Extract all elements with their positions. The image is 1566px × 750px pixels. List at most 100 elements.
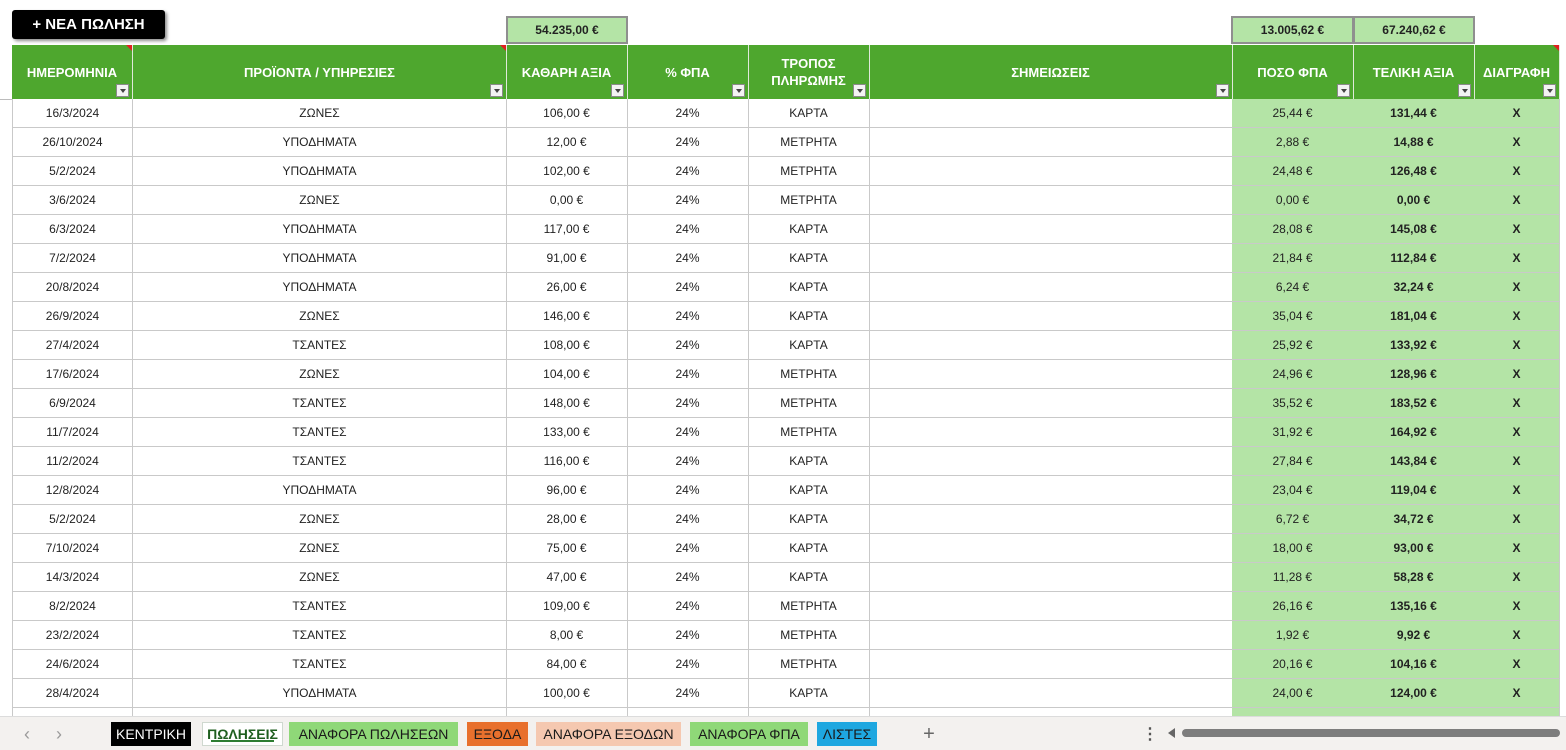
- delete-row-button[interactable]: X: [1474, 273, 1560, 302]
- cell-net-value[interactable]: 116,00 €: [506, 447, 628, 476]
- cell-net-value[interactable]: 133,00 €: [506, 418, 628, 447]
- cell-net-value[interactable]: [506, 708, 628, 716]
- cell-final-value[interactable]: 183,52 €: [1353, 389, 1475, 418]
- cell-notes[interactable]: [869, 563, 1233, 592]
- cell-vat-amount[interactable]: 25,92 €: [1232, 331, 1354, 360]
- cell-product[interactable]: ΤΣΑΝΤΕΣ: [133, 650, 507, 679]
- cell-vat-percent[interactable]: 24%: [627, 273, 749, 302]
- cell-product[interactable]: ΖΩΝΕΣ: [133, 563, 507, 592]
- cell-vat-percent[interactable]: 24%: [627, 447, 749, 476]
- delete-row-button[interactable]: X: [1474, 592, 1560, 621]
- cell-notes[interactable]: [869, 273, 1233, 302]
- cell-final-value[interactable]: 34,72 €: [1353, 505, 1475, 534]
- delete-row-button[interactable]: X: [1474, 476, 1560, 505]
- cell-date[interactable]: 20/8/2024: [12, 273, 133, 302]
- cell-vat-amount[interactable]: 27,84 €: [1232, 447, 1354, 476]
- cell-product[interactable]: ΥΠΟΔΗΜΑΤΑ: [133, 157, 507, 186]
- sheet-tab[interactable]: ΕΞΟΔΑ: [467, 722, 528, 746]
- cell-notes[interactable]: [869, 447, 1233, 476]
- cell-net-value[interactable]: 117,00 €: [506, 215, 628, 244]
- cell-payment-method[interactable]: [748, 708, 870, 716]
- cell-final-value[interactable]: 181,04 €: [1353, 302, 1475, 331]
- cell-notes[interactable]: [869, 534, 1233, 563]
- cell-net-value[interactable]: 47,00 €: [506, 563, 628, 592]
- cell-final-value[interactable]: 9,92 €: [1353, 621, 1475, 650]
- cell-date[interactable]: 5/2/2024: [12, 157, 133, 186]
- cell-final-value[interactable]: [1353, 708, 1475, 716]
- cell-notes[interactable]: [869, 679, 1233, 708]
- cell-net-value[interactable]: 100,00 €: [506, 679, 628, 708]
- cell-vat-percent[interactable]: 24%: [627, 302, 749, 331]
- cell-product[interactable]: ΖΩΝΕΣ: [133, 99, 507, 128]
- cell-net-value[interactable]: 12,00 €: [506, 128, 628, 157]
- cell-vat-percent[interactable]: 24%: [627, 592, 749, 621]
- delete-row-button[interactable]: X: [1474, 302, 1560, 331]
- horizontal-scrollbar[interactable]: [1182, 729, 1560, 737]
- cell-vat-percent[interactable]: 24%: [627, 679, 749, 708]
- cell-notes[interactable]: [869, 302, 1233, 331]
- delete-row-button[interactable]: X: [1474, 215, 1560, 244]
- cell-vat-percent[interactable]: 24%: [627, 389, 749, 418]
- cell-date[interactable]: 3/6/2024: [12, 186, 133, 215]
- cell-product[interactable]: ΖΩΝΕΣ: [133, 302, 507, 331]
- cell-vat-percent[interactable]: 24%: [627, 128, 749, 157]
- cell-product[interactable]: ΤΣΑΝΤΕΣ: [133, 621, 507, 650]
- cell-payment-method[interactable]: ΚΑΡΤΑ: [748, 476, 870, 505]
- cell-final-value[interactable]: 124,00 €: [1353, 679, 1475, 708]
- cell-vat-percent[interactable]: 24%: [627, 244, 749, 273]
- dropdown-filter-icon[interactable]: [490, 84, 503, 97]
- cell-net-value[interactable]: 148,00 €: [506, 389, 628, 418]
- cell-final-value[interactable]: 135,16 €: [1353, 592, 1475, 621]
- cell-net-value[interactable]: 8,00 €: [506, 621, 628, 650]
- cell-vat-percent[interactable]: 24%: [627, 563, 749, 592]
- cell-product[interactable]: ΤΣΑΝΤΕΣ: [133, 389, 507, 418]
- sheet-tab[interactable]: ΛΙΣΤΕΣ: [817, 722, 877, 746]
- cell-product[interactable]: ΥΠΟΔΗΜΑΤΑ: [133, 215, 507, 244]
- cell-vat-amount[interactable]: 6,24 €: [1232, 273, 1354, 302]
- cell-net-value[interactable]: 146,00 €: [506, 302, 628, 331]
- cell-payment-method[interactable]: ΚΑΡΤΑ: [748, 331, 870, 360]
- cell-payment-method[interactable]: ΚΑΡΤΑ: [748, 447, 870, 476]
- cell-vat-percent[interactable]: 24%: [627, 621, 749, 650]
- cell-net-value[interactable]: 84,00 €: [506, 650, 628, 679]
- dropdown-filter-icon[interactable]: [1458, 84, 1471, 97]
- cell-payment-method[interactable]: ΜΕΤΡΗΤΑ: [748, 157, 870, 186]
- delete-row-button[interactable]: X: [1474, 389, 1560, 418]
- cell-final-value[interactable]: 143,84 €: [1353, 447, 1475, 476]
- cell-vat-amount[interactable]: [1232, 708, 1354, 716]
- dropdown-filter-icon[interactable]: [732, 84, 745, 97]
- dropdown-filter-icon[interactable]: [1543, 84, 1556, 97]
- cell-date[interactable]: 28/4/2024: [12, 679, 133, 708]
- cell-payment-method[interactable]: ΚΑΡΤΑ: [748, 273, 870, 302]
- cell-product[interactable]: ΥΠΟΔΗΜΑΤΑ: [133, 476, 507, 505]
- cell-vat-amount[interactable]: 20,16 €: [1232, 650, 1354, 679]
- cell-payment-method[interactable]: ΜΕΤΡΗΤΑ: [748, 128, 870, 157]
- cell-vat-percent[interactable]: [627, 708, 749, 716]
- cell-net-value[interactable]: 26,00 €: [506, 273, 628, 302]
- cell-final-value[interactable]: 0,00 €: [1353, 186, 1475, 215]
- cell-notes[interactable]: [869, 99, 1233, 128]
- cell-final-value[interactable]: 133,92 €: [1353, 331, 1475, 360]
- delete-row-button[interactable]: X: [1474, 99, 1560, 128]
- cell-vat-amount[interactable]: 35,52 €: [1232, 389, 1354, 418]
- delete-row-button[interactable]: X: [1474, 360, 1560, 389]
- cell-notes[interactable]: [869, 476, 1233, 505]
- cell-date[interactable]: 8/2/2024: [12, 592, 133, 621]
- cell-final-value[interactable]: 93,00 €: [1353, 534, 1475, 563]
- delete-row-button[interactable]: X: [1474, 534, 1560, 563]
- cell-notes[interactable]: [869, 621, 1233, 650]
- cell-vat-amount[interactable]: 0,00 €: [1232, 186, 1354, 215]
- delete-row-button[interactable]: X: [1474, 650, 1560, 679]
- cell-final-value[interactable]: 119,04 €: [1353, 476, 1475, 505]
- cell-date[interactable]: 23/2/2024: [12, 621, 133, 650]
- cell-date[interactable]: 5/2/2024: [12, 505, 133, 534]
- dropdown-filter-icon[interactable]: [116, 84, 129, 97]
- delete-row-button[interactable]: X: [1474, 418, 1560, 447]
- delete-row-button[interactable]: X: [1474, 331, 1560, 360]
- chevron-left-icon[interactable]: ‹: [17, 724, 37, 744]
- cell-notes[interactable]: [869, 186, 1233, 215]
- cell-date[interactable]: 7/10/2024: [12, 534, 133, 563]
- chevron-right-icon[interactable]: ›: [49, 724, 69, 744]
- cell-payment-method[interactable]: ΜΕΤΡΗΤΑ: [748, 592, 870, 621]
- cell-net-value[interactable]: 104,00 €: [506, 360, 628, 389]
